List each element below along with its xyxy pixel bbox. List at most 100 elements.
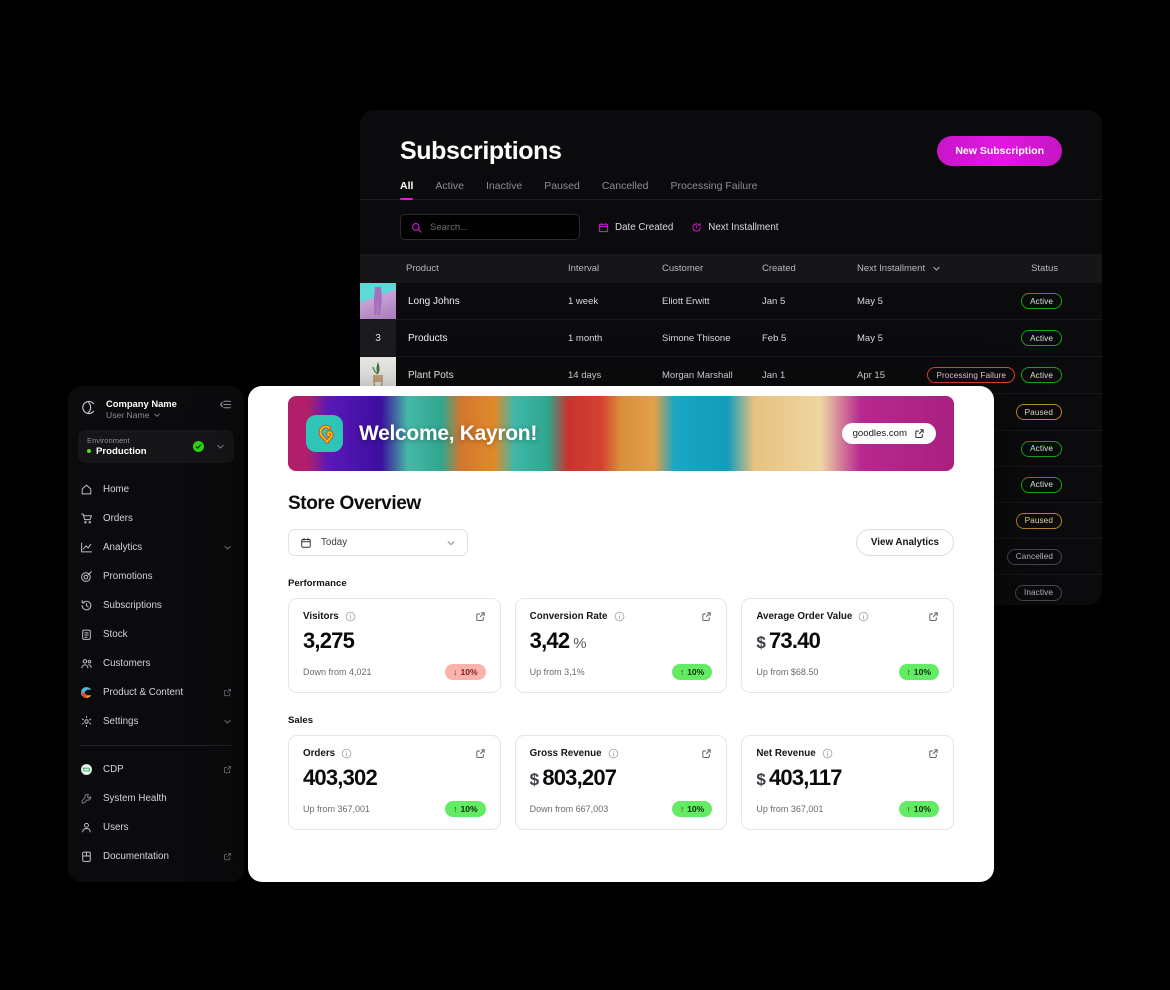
info-icon[interactable]	[345, 611, 356, 622]
open-detail-icon[interactable]	[928, 611, 939, 622]
filter-next-installment[interactable]: Next Installment	[691, 222, 779, 233]
collapse-sidebar-icon[interactable]	[219, 398, 232, 416]
column-status[interactable]: Status	[967, 254, 1102, 283]
info-icon[interactable]	[341, 748, 352, 759]
column-customer[interactable]: Customer	[662, 254, 762, 283]
sidebar-item-label: Customers	[103, 657, 151, 669]
cart-icon	[80, 512, 93, 525]
sidebar-item-promotions[interactable]: Promotions	[68, 562, 244, 591]
stat-comparison: Down from 667,003	[529, 804, 609, 814]
status-badge: Active	[1021, 293, 1062, 309]
stat-delta-value: 10%	[687, 804, 705, 814]
stat-delta-badge: ↑ 10%	[898, 664, 939, 680]
sidebar-item-users[interactable]: Users	[68, 813, 244, 842]
book-icon	[80, 850, 93, 863]
environment-status-dot	[87, 449, 91, 454]
sidebar-item-system-health[interactable]: System Health	[68, 784, 244, 813]
environment-selector[interactable]: Environment Production	[78, 429, 234, 463]
external-link-icon	[223, 852, 232, 861]
chevron-down-icon[interactable]	[216, 442, 225, 451]
sidebar-item-orders[interactable]: Orders	[68, 504, 244, 533]
product-cell: Long Johns	[360, 283, 568, 319]
stat-delta-badge: ↑ 10%	[445, 801, 486, 817]
banner-wrap: Welcome, Kayron! goodles.com	[248, 386, 994, 471]
column-interval[interactable]: Interval	[568, 254, 662, 283]
search-box[interactable]	[400, 214, 580, 240]
info-icon[interactable]	[614, 611, 625, 622]
chevron-down-icon	[153, 411, 161, 419]
sidebar-item-analytics[interactable]: Analytics	[68, 533, 244, 562]
sidebar-item-label: Stock	[103, 628, 128, 640]
clipboard-icon	[80, 628, 93, 641]
sidebar-item-customers[interactable]: Customers	[68, 649, 244, 678]
sidebar-item-label: System Health	[103, 792, 167, 804]
chevron-down-icon[interactable]	[223, 543, 232, 552]
user-icon	[80, 821, 93, 834]
user-name-row[interactable]: User Name	[106, 410, 177, 420]
open-detail-icon[interactable]	[475, 748, 486, 759]
sidebar-item-settings[interactable]: Settings	[68, 707, 244, 736]
stat-card-net-revenue: Net Revenue $ 403,117 Up from 367,001 ↑ …	[741, 735, 954, 830]
open-detail-icon[interactable]	[928, 748, 939, 759]
sidebar-item-home[interactable]: Home	[68, 475, 244, 504]
stat-comparison: Down from 4,021	[303, 667, 372, 677]
stat-delta-value: 10%	[687, 667, 705, 677]
tab-cancelled[interactable]: Cancelled	[602, 180, 649, 199]
wrench-icon	[80, 792, 93, 805]
tab-inactive[interactable]: Inactive	[486, 180, 522, 199]
users-icon	[80, 657, 93, 670]
contentful-icon	[80, 686, 93, 699]
view-analytics-button[interactable]: View Analytics	[855, 529, 954, 556]
column-created[interactable]: Created	[762, 254, 857, 283]
sidebar-item-label: Settings	[103, 715, 139, 727]
user-name: User Name	[106, 409, 150, 420]
date-range-select[interactable]: Today	[288, 529, 468, 556]
table-row[interactable]: 3 Products 1 month Simone Thisone Feb 5 …	[360, 319, 1102, 357]
info-icon[interactable]	[858, 611, 869, 622]
search-input[interactable]	[430, 221, 569, 233]
sidebar-item-product-content[interactable]: Product & Content	[68, 678, 244, 707]
gear-icon	[80, 715, 93, 728]
sidebar-item-label: Product & Content	[103, 686, 184, 698]
sidebar-item-documentation[interactable]: Documentation	[68, 842, 244, 871]
column-product[interactable]: Product	[360, 254, 568, 283]
sidebar-item-cdp[interactable]: CDP	[68, 755, 244, 784]
site-link-chip[interactable]: goodles.com	[841, 423, 936, 444]
tab-active[interactable]: Active	[435, 180, 464, 199]
sidebar-header: Company Name User Name	[68, 386, 244, 428]
info-icon[interactable]	[608, 748, 619, 759]
sidebar-identity: Company Name User Name	[106, 398, 177, 420]
currency-symbol: $	[529, 770, 539, 789]
tab-processing-failure[interactable]: Processing Failure	[671, 180, 758, 199]
subscriptions-header: Subscriptions New Subscription	[360, 110, 1102, 166]
sidebar-item-label: Orders	[103, 512, 133, 524]
open-detail-icon[interactable]	[475, 611, 486, 622]
tab-paused[interactable]: Paused	[544, 180, 580, 199]
customer-cell: Eliott Erwitt	[662, 283, 762, 320]
sidebar-item-subscriptions[interactable]: Subscriptions	[68, 591, 244, 620]
store-overview-title: Store Overview	[288, 493, 421, 514]
chevron-down-icon[interactable]	[223, 717, 232, 726]
status-badge: Active	[1021, 367, 1062, 383]
chart-icon	[80, 541, 93, 554]
info-icon[interactable]	[822, 748, 833, 759]
stat-value: 403,302	[303, 765, 378, 790]
stat-comparison: Up from 367,001	[303, 804, 371, 814]
filter-date-created[interactable]: Date Created	[598, 222, 673, 233]
open-detail-icon[interactable]	[701, 611, 712, 622]
environment-value: Production	[96, 445, 147, 457]
performance-cards: Visitors 3,275 Down from 4,021 ↓ 10% Con…	[288, 598, 954, 693]
new-subscription-button[interactable]: New Subscription	[937, 136, 1062, 166]
table-row[interactable]: Long Johns 1 week Eliott Erwitt Jan 5 Ma…	[360, 283, 1102, 320]
open-detail-icon[interactable]	[701, 748, 712, 759]
column-next-installment[interactable]: Next Installment	[857, 254, 967, 283]
product-name: Products	[408, 332, 448, 344]
stat-delta-value: 10%	[460, 667, 478, 677]
sidebar-item-stock[interactable]: Stock	[68, 620, 244, 649]
external-link-icon	[223, 688, 232, 697]
tab-all[interactable]: All	[400, 180, 414, 200]
home-icon	[80, 483, 93, 496]
stat-card-average-order-value: Average Order Value $ 73.40 Up from $68.…	[741, 598, 954, 693]
created-cell: Feb 5	[762, 319, 857, 357]
column-next-installment-label: Next Installment	[857, 263, 926, 274]
